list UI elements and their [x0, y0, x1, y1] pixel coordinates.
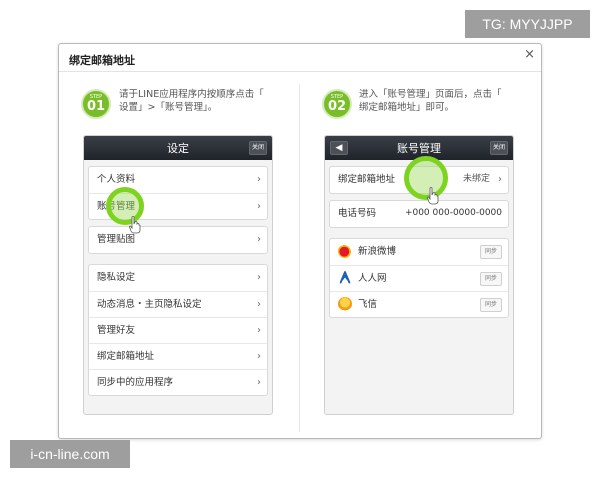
screenshot-stage: TG: MYYJJPP 绑定邮箱地址 × STEP 01 请于LINE应用程序内… — [0, 0, 600, 480]
bind-email-dialog: 绑定邮箱地址 × STEP 01 请于LINE应用程序内按顺序点击「 设置」>「… — [58, 43, 542, 439]
chevron-right-icon: › — [257, 325, 261, 336]
hand-pointer-icon — [129, 216, 141, 234]
account-title: 账号管理 — [397, 142, 441, 155]
chevron-right-icon: › — [257, 272, 261, 283]
settings-screen: 设定 关闭 个人资料 › 账号管理 › 管理贴图 › 隐私设定 › 动态消息・主… — [83, 135, 273, 415]
settings-item-timeline-privacy[interactable]: 动态消息・主页隐私设定 › — [89, 291, 267, 317]
sns-row-renren: 人人网 同步 — [330, 265, 508, 291]
sync-button-fetion[interactable]: 同步 — [480, 298, 502, 312]
fetion-icon — [338, 297, 352, 311]
chevron-right-icon: › — [257, 174, 261, 185]
account-group-sns: 新浪微博 同步 人人网 同步 飞信 同步 — [329, 238, 509, 318]
sync-button-renren[interactable]: 同步 — [480, 272, 502, 286]
settings-item-synced-apps[interactable]: 同步中的应用程序 › — [89, 369, 267, 395]
chevron-right-icon: › — [498, 174, 502, 185]
step-1-instruction: 请于LINE应用程序内按顺序点击「 设置」>「账号管理」。 — [119, 89, 264, 113]
hand-pointer-icon — [427, 187, 439, 205]
column-divider — [299, 84, 300, 432]
settings-group-stickers: 管理贴图 › — [88, 226, 268, 254]
account-item-phone: 电话号码 +000 000-0000-0000 — [330, 201, 508, 227]
sns-row-fetion: 飞信 同步 — [330, 291, 508, 317]
tap-indicator — [404, 156, 448, 200]
account-group-phone: 电话号码 +000 000-0000-0000 — [329, 200, 509, 228]
settings-item-email[interactable]: 绑定邮箱地址 › — [89, 343, 267, 369]
renren-icon — [339, 271, 351, 285]
settings-item-friends[interactable]: 管理好友 › — [89, 317, 267, 343]
chevron-right-icon: › — [257, 351, 261, 362]
step-1-badge: STEP 01 — [81, 89, 111, 119]
settings-item-privacy[interactable]: 隐私设定 › — [89, 265, 267, 291]
title-divider — [59, 71, 541, 72]
watermark-bottom-left: i-cn-line.com — [10, 440, 130, 468]
chevron-right-icon: › — [257, 201, 261, 212]
phone-number-value: +000 000-0000-0000 — [404, 208, 502, 218]
sync-button-weibo[interactable]: 同步 — [480, 245, 502, 259]
email-status: 未绑定 — [462, 174, 490, 184]
settings-group-privacy: 隐私设定 › 动态消息・主页隐私设定 › 管理好友 › 绑定邮箱地址 › 同步中的应用程… — [88, 264, 268, 396]
dialog-title: 绑定邮箱地址 — [69, 54, 135, 67]
settings-close-button[interactable]: 关闭 — [249, 141, 267, 155]
chevron-right-icon: › — [257, 299, 261, 310]
watermark-top-right: TG: MYYJJPP — [465, 10, 590, 38]
weibo-icon — [338, 244, 352, 258]
step-2-badge: STEP 02 — [322, 89, 352, 119]
account-close-button[interactable]: 关闭 — [490, 141, 508, 155]
step-2-instruction: 进入「账号管理」页面后，点击「 绑定邮箱地址」即可。 — [359, 89, 502, 113]
settings-item-stickers[interactable]: 管理贴图 › — [89, 227, 267, 253]
chevron-right-icon: › — [257, 377, 261, 388]
settings-title: 设定 — [167, 142, 189, 155]
close-icon[interactable]: × — [524, 47, 535, 62]
settings-header: 设定 关闭 — [84, 136, 272, 160]
sns-row-weibo: 新浪微博 同步 — [330, 239, 508, 265]
chevron-right-icon: › — [257, 234, 261, 245]
